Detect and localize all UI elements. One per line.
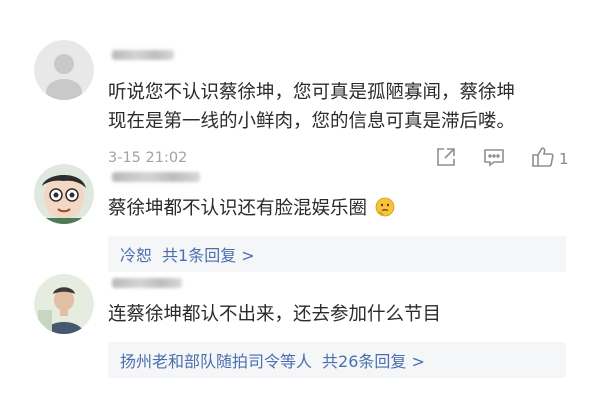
- avatar[interactable]: [34, 274, 94, 334]
- thinking-face-emoji: [375, 197, 395, 217]
- reply-author[interactable]: 扬州老和部队随拍司令等人: [120, 348, 312, 372]
- reply-summary[interactable]: 冷恕 共1条回复 >: [108, 236, 566, 272]
- comment-item: 听说您不认识蔡徐坤，您可真是孤陋寡闻，蔡徐坤 现在是第一线的小鲜肉，您的信息可真…: [0, 0, 600, 176]
- reply-author[interactable]: 冷恕: [120, 242, 152, 266]
- comment-text: 蔡徐坤都不认识还有脸混娱乐圈: [108, 194, 395, 223]
- comment-text-content: 连蔡徐坤都认不出来，还去参加什么节目: [108, 304, 442, 325]
- comment-text: 听说您不认识蔡徐坤，您可真是孤陋寡闻，蔡徐坤 现在是第一线的小鲜肉，您的信息可真…: [108, 78, 515, 136]
- username[interactable]: [112, 278, 182, 288]
- comment-item: 连蔡徐坤都认不出来，还去参加什么节目 扬州老和部队随拍司令等人 共26条回复 >: [0, 270, 600, 402]
- comment-item: 蔡徐坤都不认识还有脸混娱乐圈 冷恕 共1条回复 >: [0, 160, 600, 280]
- reply-count[interactable]: 共26条回复 >: [322, 348, 425, 372]
- reply-count[interactable]: 共1条回复 >: [162, 242, 255, 266]
- username[interactable]: [112, 50, 174, 60]
- avatar[interactable]: [34, 40, 94, 100]
- comment-text-line: 听说您不认识蔡徐坤，您可真是孤陋寡闻，蔡徐坤: [108, 82, 516, 103]
- comment-text: 连蔡徐坤都认不出来，还去参加什么节目: [108, 300, 441, 329]
- reply-summary[interactable]: 扬州老和部队随拍司令等人 共26条回复 >: [108, 342, 566, 378]
- comment-text-content: 蔡徐坤都不认识还有脸混娱乐圈: [108, 198, 368, 219]
- avatar[interactable]: [34, 164, 94, 224]
- comment-text-line: 现在是第一线的小鲜肉，您的信息可真是滞后喽。: [108, 111, 516, 132]
- username[interactable]: [112, 172, 200, 182]
